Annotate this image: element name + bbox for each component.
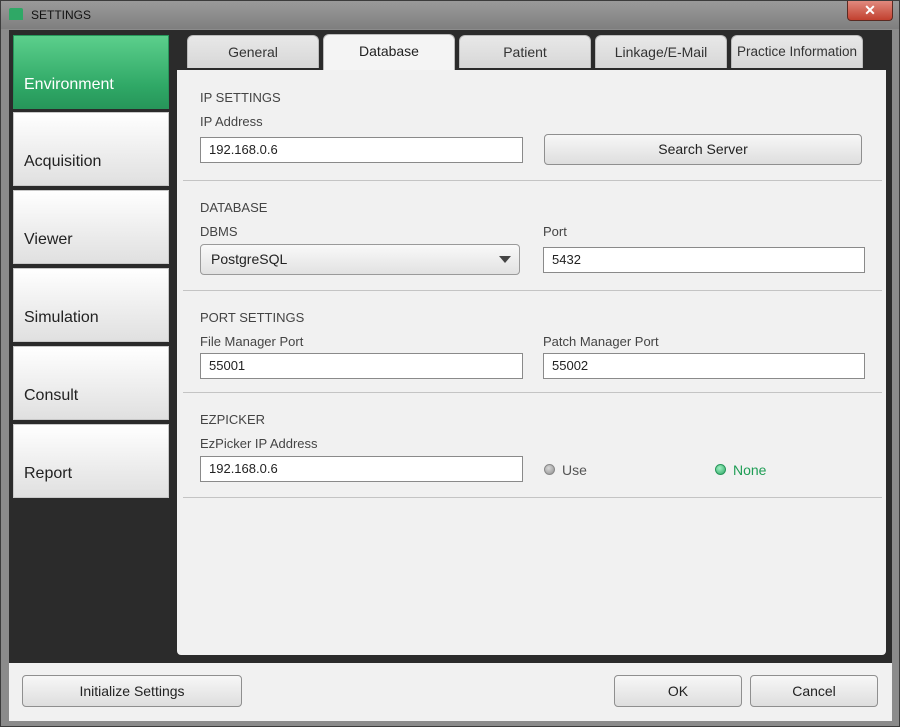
sidebar-item-viewer[interactable]: Viewer xyxy=(13,190,169,264)
none-radio-label[interactable]: None xyxy=(733,462,766,478)
none-radio[interactable] xyxy=(715,464,726,475)
sidebar-item-label: Acquisition xyxy=(24,153,102,170)
tab-general[interactable]: General xyxy=(187,35,319,68)
section-divider xyxy=(183,392,882,393)
app-icon xyxy=(9,8,23,20)
chevron-down-icon xyxy=(499,256,511,263)
dbms-selected-value: PostgreSQL xyxy=(211,251,288,267)
sidebar-item-label: Environment xyxy=(24,76,114,93)
dbms-select[interactable]: PostgreSQL xyxy=(200,244,520,275)
ip-address-label: IP Address xyxy=(200,114,263,129)
sidebar-item-label: Consult xyxy=(24,387,79,404)
ip-settings-title: IP SETTINGS xyxy=(200,90,281,105)
sidebar-item-acquisition[interactable]: Acquisition xyxy=(13,112,169,186)
patch-manager-port-label: Patch Manager Port xyxy=(543,334,659,349)
settings-window: SETTINGS ✕ Environment Acquisition Viewe… xyxy=(0,0,900,727)
title-bar[interactable]: SETTINGS ✕ xyxy=(1,1,899,29)
use-radio-label[interactable]: Use xyxy=(562,462,587,478)
window-title: SETTINGS xyxy=(31,8,92,22)
sidebar: Environment Acquisition Viewer Simulatio… xyxy=(9,30,175,661)
sidebar-item-report[interactable]: Report xyxy=(13,424,169,498)
ezpicker-title: EZPICKER xyxy=(200,412,266,427)
client-area: Environment Acquisition Viewer Simulatio… xyxy=(9,30,892,721)
sidebar-item-environment[interactable]: Environment xyxy=(13,35,169,109)
section-divider xyxy=(183,497,882,498)
footer-bar: Initialize Settings OK Cancel xyxy=(9,663,892,721)
section-divider xyxy=(183,180,882,181)
port-field[interactable]: 5432 xyxy=(543,247,865,273)
tab-linkage-email[interactable]: Linkage/E-Mail xyxy=(595,35,727,68)
sidebar-item-label: Viewer xyxy=(24,231,73,248)
port-settings-title: PORT SETTINGS xyxy=(200,310,305,325)
sidebar-item-label: Report xyxy=(24,465,73,482)
initialize-settings-button[interactable]: Initialize Settings xyxy=(22,675,242,707)
ok-button[interactable]: OK xyxy=(614,675,742,707)
file-manager-port-field[interactable]: 55001 xyxy=(200,353,523,379)
sidebar-item-simulation[interactable]: Simulation xyxy=(13,268,169,342)
cancel-button[interactable]: Cancel xyxy=(750,675,878,707)
close-button[interactable]: ✕ xyxy=(847,1,893,21)
port-label: Port xyxy=(543,224,567,239)
ezpicker-ip-field[interactable]: 192.168.0.6 xyxy=(200,456,523,482)
tab-bar: General Database Patient Linkage/E-Mail … xyxy=(177,30,892,70)
section-divider xyxy=(183,290,882,291)
tab-practice-information[interactable]: Practice Information xyxy=(731,35,863,68)
ip-address-field[interactable]: 192.168.0.6 xyxy=(200,137,523,163)
patch-manager-port-field[interactable]: 55002 xyxy=(543,353,865,379)
database-title: DATABASE xyxy=(200,200,268,215)
sidebar-item-consult[interactable]: Consult xyxy=(13,346,169,420)
dbms-label: DBMS xyxy=(200,224,238,239)
sidebar-item-label: Simulation xyxy=(24,309,99,326)
tab-database[interactable]: Database xyxy=(323,34,455,70)
use-radio[interactable] xyxy=(544,464,555,475)
ezpicker-ip-label: EzPicker IP Address xyxy=(200,436,318,451)
database-panel: IP SETTINGS IP Address 192.168.0.6 Searc… xyxy=(177,70,886,655)
tab-patient[interactable]: Patient xyxy=(459,35,591,68)
search-server-button[interactable]: Search Server xyxy=(544,134,862,165)
file-manager-port-label: File Manager Port xyxy=(200,334,304,349)
